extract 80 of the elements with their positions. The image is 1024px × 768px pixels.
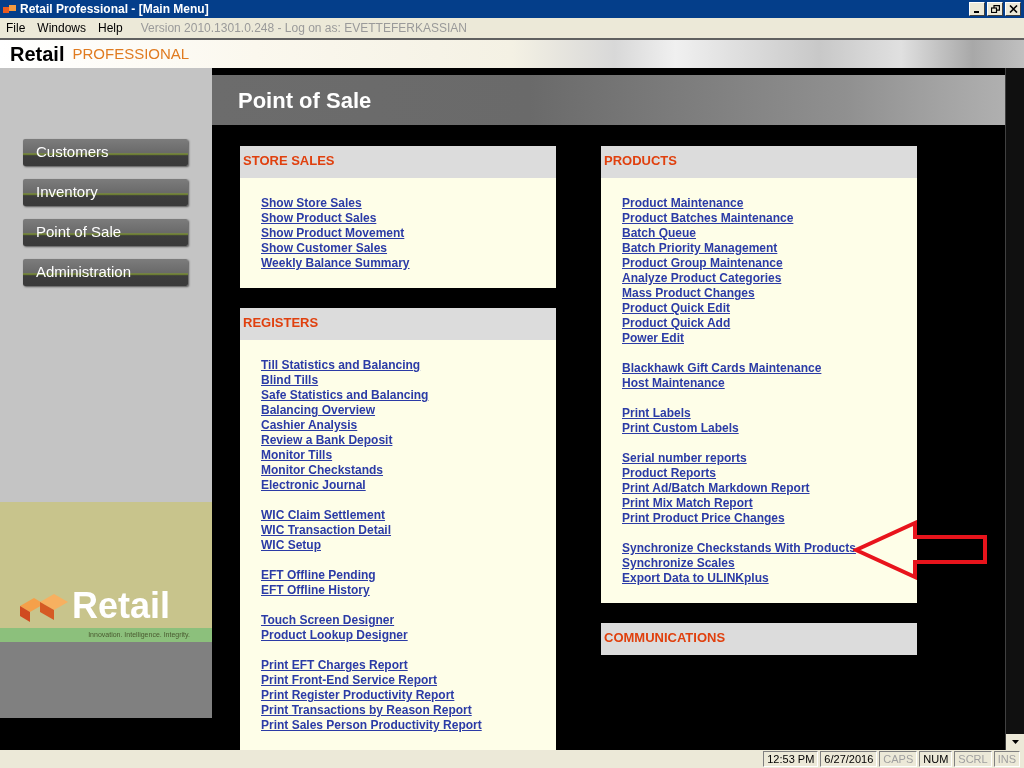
menu-link[interactable]: Print Mix Match Report — [622, 496, 753, 511]
panel-title: COMMUNICATIONS — [604, 630, 726, 645]
menu-link[interactable]: Show Product Sales — [261, 211, 377, 226]
restore-button[interactable] — [987, 2, 1003, 16]
menu-link[interactable]: Safe Statistics and Balancing — [261, 388, 429, 403]
menu-link[interactable]: WIC Transaction Detail — [261, 523, 392, 538]
menu-link[interactable]: Cashier Analysis — [261, 418, 358, 433]
status-indicator: 12:53 PM — [763, 751, 819, 767]
window-title: Retail Professional - [Main Menu] — [20, 1, 209, 18]
menu-link[interactable]: Show Customer Sales — [261, 241, 388, 256]
menu-link[interactable]: Balancing Overview — [261, 403, 376, 418]
menu-link[interactable]: Synchronize Scales — [622, 556, 735, 571]
menu-link[interactable]: Product Group Maintenance — [622, 256, 783, 271]
menu-link[interactable]: Product Quick Edit — [622, 301, 730, 316]
menu-item[interactable]: Windows — [37, 19, 87, 37]
sidebar-button[interactable]: Point of Sale — [23, 219, 188, 246]
sidebar-button[interactable]: Inventory — [23, 179, 188, 206]
menu-link[interactable]: WIC Setup — [261, 538, 321, 553]
menu-link[interactable]: EFT Offline History — [261, 583, 370, 598]
panel-title: PRODUCTS — [604, 153, 677, 168]
menu-link[interactable]: Mass Product Changes — [622, 286, 755, 301]
minimize-button[interactable] — [969, 2, 985, 16]
menu-link[interactable]: Blind Tills — [261, 373, 319, 388]
brand-suffix: PROFESSIONAL — [72, 43, 190, 64]
menu-link[interactable]: Export Data to ULINKplus — [622, 571, 769, 586]
sidebar-button[interactable]: Administration — [23, 259, 188, 286]
menu-link[interactable]: Electronic Journal — [261, 478, 366, 493]
page-title: Point of Sale — [238, 86, 372, 115]
menu-link[interactable]: Show Store Sales — [261, 196, 362, 211]
status-indicator: 6/27/2016 — [820, 751, 878, 767]
menu-link[interactable]: WIC Claim Settlement — [261, 508, 386, 523]
caret-down-icon — [1011, 740, 1019, 744]
menu-link[interactable]: Monitor Tills — [261, 448, 333, 463]
menu-item[interactable]: Help — [98, 19, 123, 37]
menu-link[interactable]: Product Reports — [622, 466, 716, 481]
menu-link[interactable]: Synchronize Checkstands With Products — [622, 541, 856, 556]
menu-link[interactable]: Batch Queue — [622, 226, 696, 241]
menu-link[interactable]: Product Batches Maintenance — [622, 211, 794, 226]
menu-link[interactable]: EFT Offline Pending — [261, 568, 376, 583]
menu-link[interactable]: Print Labels — [622, 406, 691, 421]
menu-link[interactable]: Monitor Checkstands — [261, 463, 383, 478]
menu-item[interactable]: File — [6, 19, 26, 37]
sidebar-button[interactable]: Customers — [23, 139, 188, 166]
menu-link[interactable]: Print Ad/Batch Markdown Report — [622, 481, 810, 496]
menu-link[interactable]: Power Edit — [622, 331, 684, 346]
menu-link[interactable]: Host Maintenance — [622, 376, 725, 391]
menu-link[interactable]: Show Product Movement — [261, 226, 405, 241]
logo-icon — [18, 592, 70, 624]
menu-link[interactable]: Print Sales Person Productivity Report — [261, 718, 482, 733]
close-button[interactable] — [1005, 2, 1021, 16]
menu-link[interactable]: Blackhawk Gift Cards Maintenance — [622, 361, 822, 376]
menu-link[interactable]: Weekly Balance Summary — [261, 256, 410, 271]
menu-link[interactable]: Review a Bank Deposit — [261, 433, 393, 448]
panel-title: REGISTERS — [243, 315, 319, 330]
menu-link[interactable]: Product Quick Add — [622, 316, 731, 331]
menu-link[interactable]: Print Front-End Service Report — [261, 673, 438, 688]
menu-link[interactable]: Print Register Productivity Report — [261, 688, 455, 703]
menu-link[interactable]: Touch Screen Designer — [261, 613, 395, 628]
panel-title: STORE SALES — [243, 153, 335, 168]
brand-name: Retail — [10, 42, 65, 67]
menu-link[interactable]: Product Lookup Designer — [261, 628, 408, 643]
menu-link[interactable]: Print Transactions by Reason Report — [261, 703, 472, 718]
status-indicator: NUM — [919, 751, 953, 767]
menu-link[interactable]: Product Maintenance — [622, 196, 744, 211]
status-indicator: CAPS — [879, 751, 918, 767]
restore-icon — [990, 5, 1000, 13]
menu-link[interactable]: Print Product Price Changes — [622, 511, 785, 526]
menu-link[interactable]: Print Custom Labels — [622, 421, 739, 436]
logo-text: Retail — [72, 588, 171, 624]
app-icon — [3, 3, 17, 15]
close-icon — [1008, 5, 1018, 13]
status-indicator: INS — [993, 751, 1020, 767]
menu-link[interactable]: Serial number reports — [622, 451, 747, 466]
menu-link[interactable]: Print EFT Charges Report — [261, 658, 408, 673]
menu-link[interactable]: Analyze Product Categories — [622, 271, 782, 286]
status-indicator: SCRL — [954, 751, 992, 767]
menu-link[interactable]: Batch Priority Management — [622, 241, 778, 256]
scroll-down-button[interactable] — [1006, 734, 1024, 750]
menu-link[interactable]: Till Statistics and Balancing — [261, 358, 421, 373]
version-text: Version 2010.1301.0.248 - Log on as: EVETTEFERKASSIAN — [140, 20, 467, 37]
